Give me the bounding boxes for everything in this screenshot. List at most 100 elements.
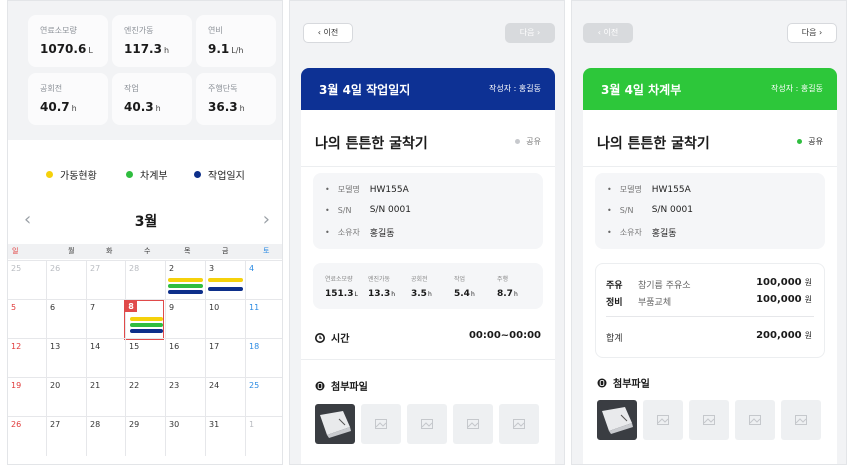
- calendar-day[interactable]: 28: [86, 417, 125, 456]
- calendar-day[interactable]: 5: [8, 300, 46, 339]
- attachment-placeholder[interactable]: [689, 400, 729, 440]
- prev-button[interactable]: ‹ 이전: [583, 23, 633, 43]
- ledger-bar: [168, 284, 203, 288]
- weekday-mon: 월: [68, 247, 75, 255]
- equipment-info: • 모델명 HW155A • S/N S/N 0001 • 소유자 홍길동: [595, 173, 825, 249]
- calendar-day[interactable]: 31: [205, 417, 245, 456]
- image-placeholder-icon: [703, 415, 715, 425]
- time-value: 00:00~00:00: [468, 330, 541, 341]
- stat-value: 36.3 h: [208, 100, 245, 114]
- calendar-day[interactable]: 16: [165, 339, 205, 378]
- stat-card-fuel: 연료소모량 1070.6 L: [28, 15, 108, 67]
- calendar-day[interactable]: 25: [245, 378, 282, 417]
- chevron-right-icon[interactable]: ›: [263, 210, 270, 230]
- image-placeholder-icon: [467, 419, 479, 429]
- cost-value: 100,000 원: [756, 294, 812, 305]
- calendar-day[interactable]: 1: [245, 417, 282, 456]
- calendar-day[interactable]: 22: [125, 378, 165, 417]
- calendar-day[interactable]: 26: [8, 417, 46, 456]
- calendar-day-event[interactable]: 3: [205, 261, 245, 300]
- attachment-placeholder[interactable]: [781, 400, 821, 440]
- worklog-bar: [168, 290, 203, 294]
- operation-bar: [208, 278, 243, 282]
- attachment-thumbnails: [315, 404, 545, 444]
- calendar-day[interactable]: 13: [46, 339, 86, 378]
- month-title: 3월: [134, 214, 158, 230]
- time-section: 시간: [315, 330, 349, 345]
- info-row-serial: • S/N S/N 0001: [325, 205, 411, 215]
- calendar-day[interactable]: 7: [86, 300, 125, 339]
- attachment-placeholder[interactable]: [735, 400, 775, 440]
- weekday-wed: 수: [144, 247, 151, 255]
- equipment-info: • 모델명 HW155A • S/N S/N 0001 • 소유자 홍길동: [313, 173, 543, 249]
- image-placeholder-icon: [657, 415, 669, 425]
- calendar-day[interactable]: 17: [205, 339, 245, 378]
- yellow-dot-icon: [46, 171, 53, 178]
- calendar-day[interactable]: 27: [46, 417, 86, 456]
- calendar-day[interactable]: 9: [165, 300, 205, 339]
- worklog-title: 3월 4일 작업일지: [319, 83, 411, 97]
- ledger-header: 3월 4일 차계부 작성자 : 홍길동: [583, 68, 837, 110]
- calendar-day[interactable]: 10: [205, 300, 245, 339]
- stat-value: 9.1 L/h: [208, 42, 244, 56]
- worklog-bar: [208, 287, 243, 291]
- info-row-model: • 모델명 HW155A: [607, 184, 691, 195]
- worklog-card: 나의 튼튼한 굴착기 공유 • 모델명 HW155A • S/N S/N 0001 • 소…: [301, 110, 555, 464]
- today-highlight: 8: [124, 300, 164, 340]
- attachment-placeholder[interactable]: [643, 400, 683, 440]
- calendar-day[interactable]: 15: [125, 339, 165, 378]
- info-row-owner: • 소유자 홍길동: [325, 228, 395, 239]
- ledger-card: 나의 튼튼한 굴착기 공유 • 모델명 HW155A • S/N S/N 0001 • 소…: [583, 110, 837, 464]
- calendar-day[interactable]: 28: [125, 261, 165, 300]
- stat-card-driving: 주행단독 36.3 h: [196, 73, 276, 125]
- next-button[interactable]: 다음 ›: [505, 23, 555, 43]
- calendar-day[interactable]: 6: [46, 300, 86, 339]
- next-button[interactable]: 다음 ›: [787, 23, 837, 43]
- calendar-day-event[interactable]: 2: [165, 261, 205, 300]
- attachment-photo[interactable]: [597, 400, 637, 440]
- cost-value: 100,000 원: [756, 277, 812, 288]
- calendar-week: 19 20 21 22 23 24 25: [8, 377, 282, 417]
- chevron-right-icon: ›: [537, 28, 541, 37]
- weekday-header: 일 월 화 수 목 금 토: [8, 244, 282, 259]
- today-number: 8: [125, 301, 137, 312]
- calendar-day[interactable]: 23: [165, 378, 205, 417]
- share-toggle[interactable]: 공유: [797, 136, 823, 147]
- calendar-day[interactable]: 11: [245, 300, 282, 339]
- calendar-day[interactable]: 19: [8, 378, 46, 417]
- calendar-day[interactable]: 21: [86, 378, 125, 417]
- image-placeholder-icon: [795, 415, 807, 425]
- attachment-placeholder[interactable]: [499, 404, 539, 444]
- stat-card-engine: 엔진가동 117.3 h: [112, 15, 192, 67]
- writer-label: 작성자 : 홍길동: [489, 84, 541, 93]
- calendar-day[interactable]: 20: [46, 378, 86, 417]
- calendar-day[interactable]: 30: [165, 417, 205, 456]
- calendar-day[interactable]: 27: [86, 261, 125, 300]
- equipment-name: 나의 튼튼한 굴착기: [315, 136, 428, 152]
- attachment-placeholder[interactable]: [453, 404, 493, 444]
- prev-button[interactable]: ‹ 이전: [303, 23, 353, 43]
- equipment-name: 나의 튼튼한 굴착기: [597, 136, 710, 152]
- legend-item-operation: 가동현황: [46, 167, 97, 182]
- calendar-day[interactable]: 29: [125, 417, 165, 456]
- calendar-day[interactable]: 18: [245, 339, 282, 378]
- calendar-week: 12 13 14 15 16 17 18: [8, 338, 282, 378]
- calendar-day[interactable]: 25: [8, 261, 46, 300]
- share-toggle[interactable]: 공유: [515, 136, 541, 147]
- calendar-day[interactable]: 12: [8, 339, 46, 378]
- attachment-placeholder[interactable]: [361, 404, 401, 444]
- chevron-left-icon: ‹: [597, 28, 601, 37]
- calendar-day[interactable]: 26: [46, 261, 86, 300]
- calendar-week: 26 27 28 29 30 31 1: [8, 416, 282, 456]
- calendar-day[interactable]: 14: [86, 339, 125, 378]
- attachment-photo[interactable]: [315, 404, 355, 444]
- attachment-placeholder[interactable]: [407, 404, 447, 444]
- total-label: 합계: [606, 334, 623, 344]
- calendar-day[interactable]: 24: [205, 378, 245, 417]
- stat-card-work: 작업 40.3 h: [112, 73, 192, 125]
- stat-label: 연료소모량: [40, 26, 77, 35]
- stat-value: 40.3 h: [124, 100, 161, 114]
- calendar-day[interactable]: 4: [245, 261, 282, 300]
- image-placeholder-icon: [375, 419, 387, 429]
- chevron-right-icon: ›: [819, 28, 823, 37]
